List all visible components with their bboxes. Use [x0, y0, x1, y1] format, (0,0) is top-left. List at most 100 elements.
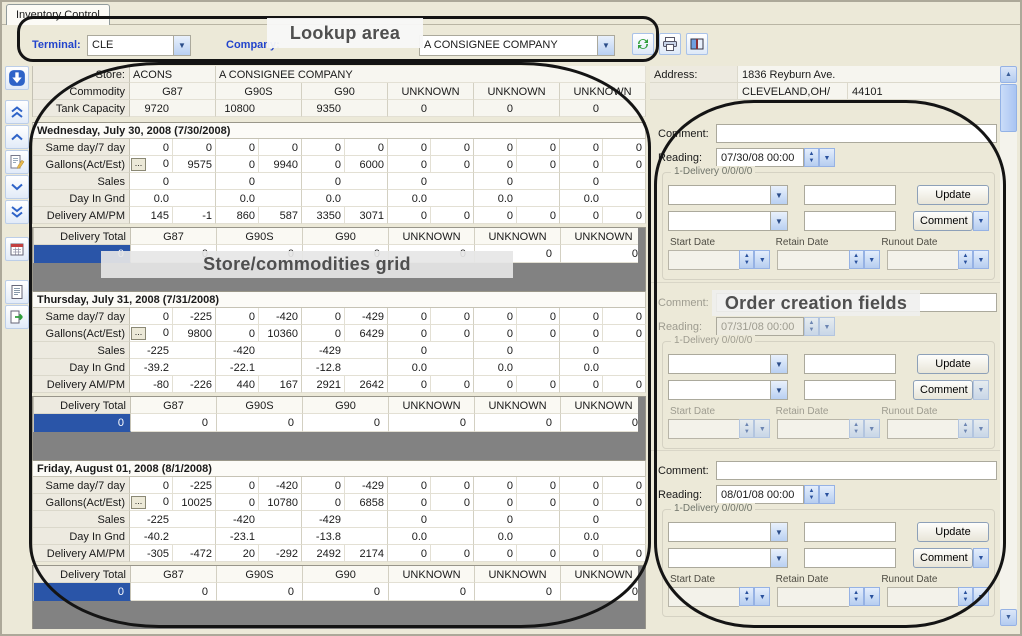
selected-cell[interactable]: 0 [34, 414, 131, 432]
grid-cell[interactable]: 0.0 [474, 528, 560, 545]
grid-cell[interactable]: 0 [431, 139, 474, 156]
grid-cell[interactable]: 9350 [302, 100, 388, 117]
grid-cell[interactable]: 0.0 [474, 359, 560, 376]
grid-cell[interactable]: -472 [173, 545, 216, 562]
delivery-amount-input-2[interactable] [804, 211, 896, 231]
runout-date-spinner[interactable]: ▲▼ [958, 419, 973, 438]
grid-cell[interactable]: 0.0 [388, 359, 474, 376]
grid-cell[interactable]: 0 [603, 207, 646, 224]
runout-date-spinner[interactable]: ▲▼ [958, 587, 973, 606]
retain-date-input[interactable]: ▲▼ ▼ [777, 419, 879, 439]
grid-cell[interactable]: 0 [517, 139, 560, 156]
delivery-select-2[interactable]: ▼ [668, 211, 788, 231]
delivery-select-2[interactable]: ▼ [668, 380, 788, 400]
runout-date-input[interactable]: ▲▼ ▼ [887, 587, 989, 607]
reading-input[interactable]: 07/30/08 00:00 [716, 148, 804, 167]
grid-cell[interactable]: 0 [560, 207, 603, 224]
grid-cell[interactable]: 0 [302, 173, 388, 190]
chevron-down-icon[interactable]: ▼ [770, 212, 787, 230]
grid-cell[interactable]: 0 [517, 545, 560, 562]
grid-cell[interactable]: 0 [302, 325, 345, 342]
retain-date-spinner[interactable]: ▲▼ [849, 419, 864, 438]
grid-cell[interactable]: 0 [302, 477, 345, 494]
start-date-dropdown-button[interactable]: ▼ [754, 419, 770, 438]
tab-inventory-control[interactable]: Inventory Control [6, 4, 110, 25]
grid-cell[interactable]: 0 [303, 245, 389, 263]
calendar-button[interactable] [5, 237, 29, 261]
grid-cell[interactable]: -429 [302, 511, 388, 528]
grid-cell[interactable]: 0 [388, 477, 431, 494]
reading-dropdown-button[interactable]: ▼ [819, 485, 835, 504]
chevron-down-icon[interactable]: ▼ [770, 355, 787, 373]
grid-cell[interactable]: 0 [560, 308, 603, 325]
grid-cell[interactable]: -429 [302, 342, 388, 359]
reading-spinner[interactable]: ▲▼ [804, 485, 819, 504]
grid-cell[interactable]: 0 [474, 545, 517, 562]
grid-cell[interactable]: -420 [216, 511, 302, 528]
grid-cell[interactable]: 0 [302, 156, 345, 173]
ellipsis-button[interactable]: ... [131, 496, 146, 509]
grid-cell[interactable]: -225 [130, 342, 216, 359]
grid-cell[interactable]: 0 [560, 156, 603, 173]
delivery-amount-input-1[interactable] [804, 522, 896, 542]
report-button[interactable] [5, 280, 29, 304]
comment-button[interactable]: Comment [913, 211, 973, 231]
grid-cell[interactable]: 0 [131, 583, 217, 601]
start-date-dropdown-button[interactable]: ▼ [754, 250, 770, 269]
grid-cell[interactable]: 0 [431, 376, 474, 393]
grid-cell[interactable]: -80 [130, 376, 173, 393]
grid-cell[interactable]: 0 [474, 139, 517, 156]
runout-date-input[interactable]: ▲▼ ▼ [887, 419, 989, 439]
vertical-scrollbar[interactable]: ▲ ▼ [1000, 66, 1017, 626]
grid-cell[interactable]: 0 [431, 156, 474, 173]
retain-date-input[interactable]: ▲▼ ▼ [777, 250, 879, 270]
grid-cell[interactable]: 10780 [259, 494, 302, 511]
grid-cell[interactable]: 3350 [302, 207, 345, 224]
delivery-amount-input-2[interactable] [804, 380, 896, 400]
grid-cell[interactable]: 0 [560, 342, 646, 359]
grid-cell[interactable]: 0 [560, 545, 603, 562]
company-select[interactable]: A CONSIGNEE COMPANY ▼ [419, 35, 615, 56]
grid-cell[interactable]: 0 [561, 245, 638, 263]
runout-date-input[interactable]: ▲▼ ▼ [887, 250, 989, 270]
reading-spinner[interactable]: ▲▼ [804, 317, 819, 336]
comment-dropdown-button[interactable]: ▼ [973, 548, 989, 568]
store-name-cell[interactable]: A CONSIGNEE COMPANY [216, 66, 646, 83]
runout-date-dropdown-button[interactable]: ▼ [973, 419, 989, 438]
grid-cell[interactable]: 0.0 [216, 190, 302, 207]
grid-cell[interactable]: 0 [216, 139, 259, 156]
grid-cell[interactable]: 0 [389, 583, 475, 601]
grid-cell[interactable]: 0 [560, 173, 646, 190]
grid-cell[interactable]: 0 [561, 414, 638, 432]
grid-cell[interactable]: -12.8 [302, 359, 388, 376]
export-button[interactable] [5, 305, 29, 329]
update-button[interactable]: Update [917, 185, 989, 205]
start-date-input[interactable]: ▲▼ ▼ [668, 587, 770, 607]
grid-cell[interactable]: 0.0 [474, 190, 560, 207]
selected-cell[interactable]: 0 [34, 583, 131, 601]
scroll-first-button[interactable] [5, 100, 29, 124]
grid-cell[interactable]: 0 [389, 414, 475, 432]
commodity-header[interactable]: UNKNOWN [560, 83, 646, 100]
grid-cell[interactable]: 6000 [345, 156, 388, 173]
grid-cell[interactable]: 0 [388, 325, 431, 342]
grid-cell[interactable]: 0 [603, 477, 646, 494]
grid-cell[interactable]: 0 [474, 308, 517, 325]
grid-cell[interactable]: 0 [388, 545, 431, 562]
grid-cell[interactable]: -225 [173, 308, 216, 325]
grid-cell[interactable]: 9575 [173, 156, 216, 173]
grid-cell[interactable]: 0 [517, 477, 560, 494]
grid-cell[interactable]: 6858 [345, 494, 388, 511]
grid-cell[interactable]: 0 [560, 511, 646, 528]
runout-date-dropdown-button[interactable]: ▼ [973, 250, 989, 269]
start-date-spinner[interactable]: ▲▼ [739, 250, 754, 269]
grid-cell[interactable]: 0.0 [302, 190, 388, 207]
delivery-select-1[interactable]: ▼ [668, 185, 788, 205]
grid-cell[interactable]: 0 [517, 325, 560, 342]
grid-cell[interactable]: -429 [345, 477, 388, 494]
grid-cell[interactable]: 0 [560, 376, 603, 393]
grid-cell[interactable]: 9800 [173, 325, 216, 342]
grid-cell[interactable]: 10025 [173, 494, 216, 511]
chevron-down-icon[interactable]: ▼ [770, 186, 787, 204]
scrollbar-thumb[interactable] [1000, 84, 1017, 132]
